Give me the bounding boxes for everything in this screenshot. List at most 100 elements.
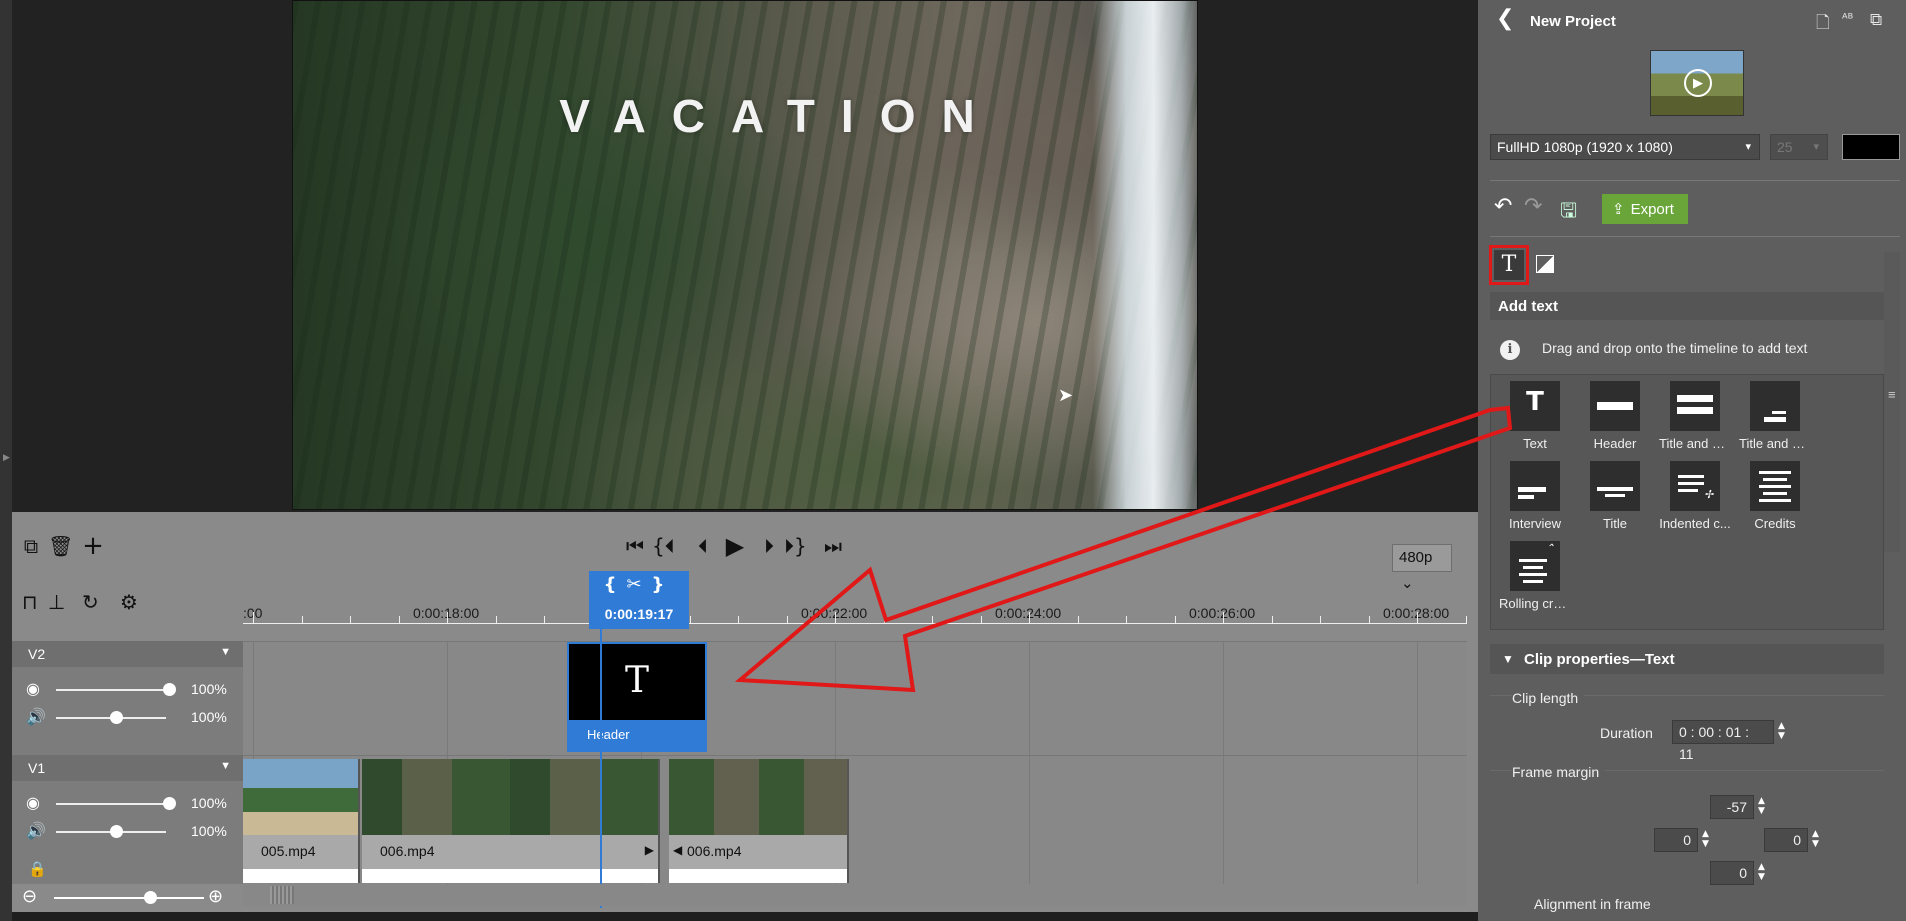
volume-value: 100% [191,709,227,725]
playhead-line[interactable] [600,628,602,908]
clip-trim-left-icon[interactable]: ◀ [673,843,682,857]
template-title[interactable]: Title [1579,461,1651,531]
next-frame-button[interactable]: ⏵ [758,532,780,560]
template-rolling-credits[interactable]: ⌃ Rolling cre... [1499,541,1571,611]
clip-label: 006.mp4 [687,843,742,859]
video-clip[interactable]: 006.mp4 ◀ [669,759,849,883]
expand-arrow-icon[interactable]: ▶ [3,452,10,463]
margin-right-input[interactable]: 0 [1764,828,1808,852]
duration-input[interactable]: 0 : 00 : 01 : 11 [1672,720,1774,762]
template-title-subtitle[interactable]: Title and S... [1659,381,1731,451]
back-arrow-icon[interactable]: ❮ [1496,6,1514,31]
chevron-down-icon[interactable]: ▼ [220,646,231,658]
margin-left-stepper-icon[interactable]: ▲ ▼ [1702,829,1709,849]
save-icon[interactable]: 🖫 [1560,196,1577,230]
template-indented-credits[interactable]: ✢ Indented c... [1659,461,1731,531]
play-circle-icon[interactable]: ▶ [1684,69,1712,97]
video-clip[interactable]: 006.mp4 ▶ [362,759,660,883]
track-title-v2[interactable]: V2 ▼ [12,641,243,667]
template-interview[interactable]: Interview [1499,461,1571,531]
margin-bottom-stepper-icon[interactable]: ▲ ▼ [1758,862,1765,882]
lock-icon[interactable]: 🔒 [28,860,47,878]
clip-thumbnail [669,759,847,835]
background-color-swatch[interactable] [1842,134,1900,160]
margin-bottom-input[interactable]: 0 [1710,861,1754,885]
chevron-down-icon[interactable]: ▼ [220,760,231,772]
previous-clip-button[interactable]: {⏴ [652,532,675,560]
left-edge-collapser[interactable]: ▶ [0,0,12,921]
margin-left-input[interactable]: 0 [1654,828,1698,852]
clip-properties-section[interactable]: ▼ Clip properties—Text [1490,644,1884,674]
preview-title-text[interactable]: VACATION [293,89,1197,143]
template-header[interactable]: Header [1579,381,1651,451]
eye-icon[interactable]: ◉ [26,679,40,698]
scroll-grip-icon[interactable]: ≡ [1888,387,1896,402]
opacity-slider-knob[interactable] [163,797,176,810]
video-preview-frame[interactable]: VACATION [292,0,1198,510]
split-icon[interactable]: ⊥ [48,590,65,614]
timeline-horizontal-scrollbar[interactable] [243,884,1467,906]
next-clip-button[interactable]: ⏵} [784,532,807,560]
video-preview-area: VACATION ➤ [0,0,1478,512]
snap-icon[interactable]: ⊓ [22,590,38,614]
margin-right-stepper-icon[interactable]: ▲ ▼ [1812,829,1819,849]
margin-top-input[interactable]: -57 [1710,795,1754,819]
zoom-slider-track[interactable] [54,897,204,899]
video-clip[interactable]: 005.mp4 [243,759,360,883]
new-file-icon[interactable]: 🗋 [1816,10,1830,39]
ruler-tick [1465,616,1467,624]
opacity-slider-track[interactable] [56,803,166,805]
opacity-slider-track[interactable] [56,689,166,691]
copy-icon[interactable]: ⧉ [20,532,42,560]
magnet-icon[interactable]: ↻ [82,590,99,614]
speaker-icon[interactable]: 🔊 [26,707,46,726]
play-button[interactable]: ▶ [724,532,746,560]
grid-line [447,642,448,755]
timeline-ruler[interactable]: :000:00:18:000:00:20:000:00:22:000:00:24… [243,590,1467,624]
add-icon[interactable]: + [82,532,104,560]
template-text[interactable]: T Text [1499,381,1571,451]
text-clip-thumbnail: T [569,644,705,720]
frame-margin-label: Frame margin [1512,764,1606,780]
scrollbar-thumb[interactable] [270,886,294,904]
panel-scrollbar[interactable]: ≡ [1884,252,1900,552]
template-credits[interactable]: Credits [1739,461,1811,531]
zoom-slider-knob[interactable] [144,891,157,904]
undo-icon[interactable]: ↶ [1494,194,1512,219]
playhead-handle[interactable]: {✂} 0:00:19:17 [589,571,689,629]
speaker-icon[interactable]: 🔊 [26,821,46,840]
zoom-out-icon[interactable]: ⊖ [22,886,37,907]
gear-icon[interactable]: ⚙ [120,590,138,614]
eye-icon[interactable]: ◉ [26,793,40,812]
transitions-tab-icon[interactable] [1536,255,1554,273]
duration-stepper-icon[interactable]: ▲ ▼ [1778,721,1785,741]
export-button[interactable]: ⇪ Export [1602,194,1688,224]
previous-frame-button[interactable]: ⏴ [692,532,714,560]
go-to-end-button[interactable]: ⏭ [822,532,844,560]
project-thumbnail[interactable]: ▶ [1650,50,1744,116]
clip-audio-strip [362,869,658,883]
margin-top-stepper-icon[interactable]: ▲ ▼ [1758,796,1765,816]
video-format-select[interactable]: FullHD 1080p (1920 x 1080) ▾ [1490,134,1760,160]
volume-slider-knob[interactable] [110,825,123,838]
go-to-start-button[interactable]: ⏮ [624,532,646,560]
title-template-icon [1590,461,1640,511]
ruler-tick [398,616,400,624]
track-lane-v2[interactable] [243,641,1467,755]
volume-slider-knob[interactable] [110,711,123,724]
zoom-in-icon[interactable]: ⊕ [208,886,223,907]
preview-resolution-select[interactable]: 480p ⌄ [1392,544,1452,592]
opacity-value: 100% [191,681,227,697]
split-scissors-icon[interactable]: {✂} [589,574,689,595]
text-clip-header[interactable]: T Header [567,642,707,752]
collapse-triangle-icon[interactable]: ▼ [1502,652,1514,666]
delete-icon[interactable]: 🗑 [48,532,73,560]
opacity-slider-knob[interactable] [163,683,176,696]
track-title-v1[interactable]: V1 ▼ [12,755,243,781]
info-hint-text: Drag and drop onto the timeline to add t… [1542,340,1808,356]
template-title-subtitle-right[interactable]: Title and S... [1739,381,1811,451]
format-value: FullHD 1080p (1920 x 1080) [1497,139,1673,155]
rename-icon[interactable]: ᴬᴮ [1842,12,1853,27]
clip-trim-right-icon[interactable]: ▶ [645,843,654,857]
duplicate-icon[interactable]: ⧉ [1870,10,1882,30]
